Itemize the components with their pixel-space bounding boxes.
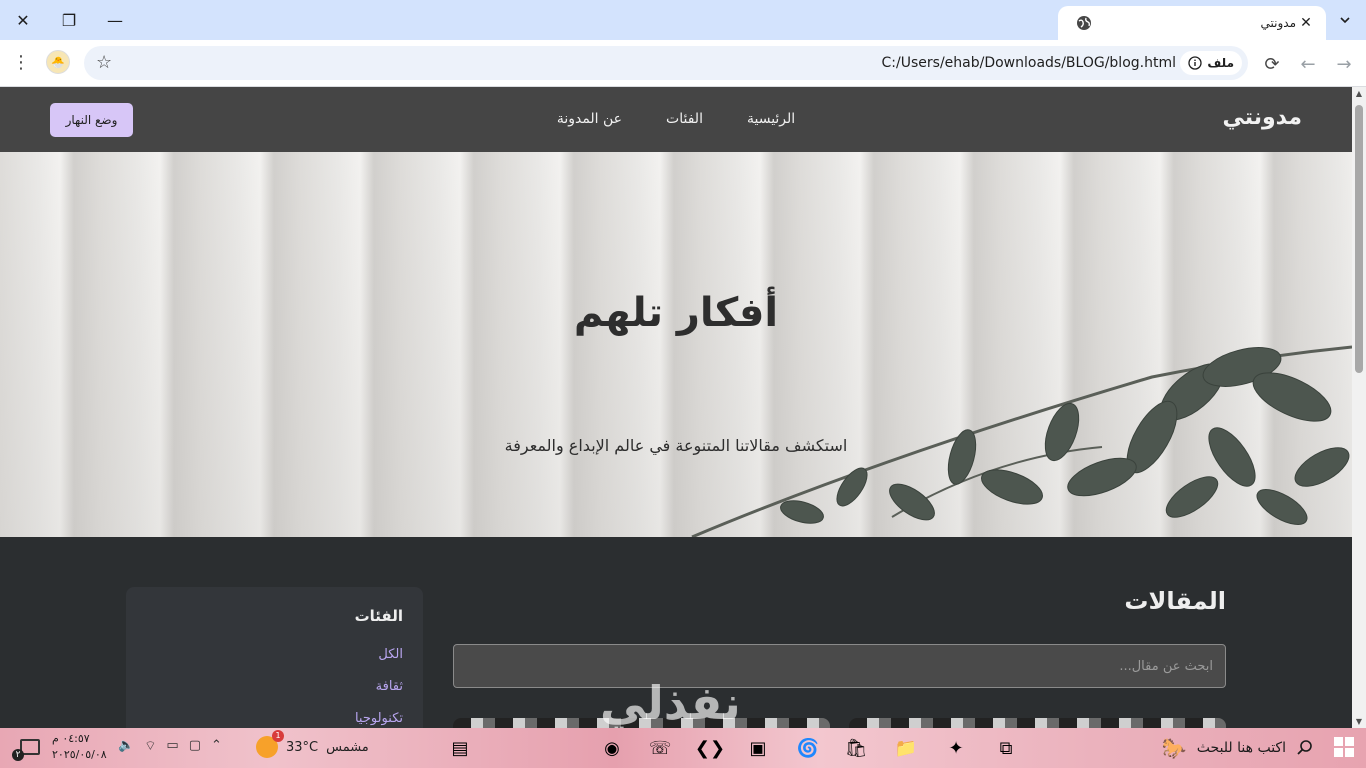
site-info-chip[interactable]: ملف bbox=[1180, 51, 1242, 75]
whatsapp-icon[interactable]: ☏ bbox=[644, 732, 676, 764]
category-link-all[interactable]: الكل bbox=[378, 647, 403, 662]
terminal-icon[interactable]: ▣ bbox=[742, 732, 774, 764]
scroll-up-icon[interactable]: ▲ bbox=[1354, 89, 1364, 98]
weather-temp: 33°C bbox=[286, 739, 319, 755]
article-card[interactable] bbox=[849, 718, 1226, 728]
nav-link-about[interactable]: عن المدونة bbox=[557, 111, 622, 127]
weather-widget[interactable]: 1 33°C مشمس bbox=[256, 730, 369, 758]
taskbar-clock[interactable]: ٠٤:٥٧ م ٢٠٢٥/٠٥/٠٨ bbox=[52, 731, 107, 763]
taskbar-search[interactable]: اكتب هنا للبحث 🐎 bbox=[1032, 732, 1322, 764]
restore-icon: ❐ bbox=[61, 10, 77, 30]
clock-time: ٠٤:٥٧ م bbox=[52, 732, 90, 745]
menu-kebab-icon[interactable]: ⋮ bbox=[12, 52, 30, 73]
notification-icon[interactable]: ٢ bbox=[12, 739, 40, 761]
weather-desc: مشمس bbox=[326, 739, 369, 755]
forward-button[interactable]: → bbox=[1330, 50, 1358, 78]
tab-close-button[interactable]: ✕ bbox=[1296, 15, 1316, 31]
tab-search-button[interactable] bbox=[1332, 7, 1358, 33]
search-highlight-image: 🐎 bbox=[1161, 736, 1187, 760]
notification-count: ٢ bbox=[12, 749, 24, 761]
site-navbar: مدونتي الرئيسية الفئات عن المدونة وضع ال… bbox=[0, 87, 1352, 152]
page-scrollbar[interactable]: ▲ ▼ bbox=[1352, 87, 1366, 728]
arrow-right-icon: → bbox=[1336, 53, 1352, 75]
widgets-icon[interactable]: ▤ bbox=[444, 732, 476, 764]
hero-banner: أفكار تلهم استكشف مقالاتنا المتنوعة في ع… bbox=[0, 152, 1352, 537]
battery-icon[interactable]: ▭ bbox=[166, 738, 178, 754]
start-button[interactable] bbox=[1334, 737, 1354, 757]
page-viewport: مدونتي الرئيسية الفئات عن المدونة وضع ال… bbox=[0, 87, 1352, 728]
system-tray: 🔈 ⌔ ▭ ▢ ⌃ bbox=[118, 738, 222, 754]
browser-tab[interactable]: مدونتي ✕ bbox=[1058, 6, 1326, 40]
categories-sidebar: الفئات الكل ثقافة تكنولوجيا bbox=[126, 587, 423, 728]
window-close-button[interactable]: ✕ bbox=[0, 0, 46, 40]
url-text[interactable]: C:/Users/ehab/Downloads/BLOG/blog.html bbox=[882, 55, 1176, 71]
watermark-text: نفذلي bbox=[600, 676, 741, 730]
article-card-image bbox=[849, 718, 1226, 728]
reload-icon: ⟳ bbox=[1264, 53, 1280, 75]
nav-link-categories[interactable]: الفئات bbox=[666, 111, 703, 127]
edge-icon[interactable]: 🌀 bbox=[792, 732, 824, 764]
reload-button[interactable]: ⟳ bbox=[1258, 50, 1286, 78]
profile-avatar[interactable]: 🐣 bbox=[46, 50, 70, 74]
minimize-icon: — bbox=[107, 10, 123, 30]
category-link-technology[interactable]: تكنولوجيا bbox=[355, 711, 403, 726]
window-minimize-button[interactable]: — bbox=[92, 0, 138, 40]
windows-taskbar: اكتب هنا للبحث 🐎 ⧉ ✦ 📁 🛍 🌀 ▣ ❮❯ ☏ ◉ ▤ 1 … bbox=[0, 728, 1366, 768]
file-explorer-icon[interactable]: 📁 bbox=[890, 732, 922, 764]
bookmark-star-icon[interactable]: ☆ bbox=[96, 52, 112, 73]
copilot-icon[interactable]: ✦ bbox=[940, 732, 972, 764]
clock-date: ٢٠٢٥/٠٥/٠٨ bbox=[52, 748, 107, 761]
close-icon: ✕ bbox=[16, 10, 30, 30]
article-search-input[interactable] bbox=[453, 644, 1226, 688]
sun-icon: 1 bbox=[256, 730, 284, 758]
hero-subtitle: استكشف مقالاتنا المتنوعة في عالم الإبداع… bbox=[504, 436, 848, 455]
main-nav: الرئيسية الفئات عن المدونة bbox=[0, 111, 1352, 127]
categories-title: الفئات bbox=[354, 607, 403, 625]
globe-icon bbox=[1077, 16, 1091, 30]
chrome-icon[interactable]: ◉ bbox=[596, 732, 628, 764]
browser-toolbar: ⋮ 🐣 ☆ C:/Users/ehab/Downloads/BLOG/blog.… bbox=[0, 40, 1366, 87]
tab-title: مدونتي bbox=[1260, 16, 1296, 30]
microsoft-store-icon[interactable]: 🛍 bbox=[840, 732, 872, 764]
volume-icon[interactable]: 🔈 bbox=[118, 738, 134, 754]
articles-title: المقالات bbox=[1124, 587, 1226, 615]
tab-strip: ✕ ❐ — + مدونتي ✕ bbox=[0, 0, 1366, 40]
chevron-up-icon[interactable]: ⌃ bbox=[211, 738, 222, 754]
nav-link-home[interactable]: الرئيسية bbox=[747, 111, 795, 127]
chevron-down-icon bbox=[1340, 17, 1350, 24]
back-button[interactable]: ← bbox=[1294, 50, 1322, 78]
day-mode-button[interactable]: وضع النهار bbox=[50, 103, 133, 137]
scrollbar-thumb[interactable] bbox=[1355, 105, 1363, 373]
task-view-icon[interactable]: ⧉ bbox=[990, 732, 1022, 764]
window-restore-button[interactable]: ❐ bbox=[46, 0, 92, 40]
search-icon bbox=[1297, 740, 1312, 755]
vscode-icon[interactable]: ❮❯ bbox=[694, 732, 726, 764]
meet-now-icon[interactable]: ▢ bbox=[189, 738, 201, 754]
taskbar-search-text: اكتب هنا للبحث bbox=[1196, 740, 1286, 756]
site-info-label: ملف bbox=[1207, 56, 1234, 70]
wifi-icon[interactable]: ⌔ bbox=[144, 738, 156, 754]
scroll-down-icon[interactable]: ▼ bbox=[1354, 717, 1364, 726]
info-icon bbox=[1188, 56, 1203, 70]
address-bar[interactable]: ☆ C:/Users/ehab/Downloads/BLOG/blog.html… bbox=[84, 46, 1248, 80]
weather-badge: 1 bbox=[272, 730, 284, 742]
category-link-culture[interactable]: ثقافة bbox=[376, 679, 403, 694]
hero-title: أفكار تلهم bbox=[573, 290, 779, 336]
arrow-left-icon: ← bbox=[1300, 53, 1316, 75]
